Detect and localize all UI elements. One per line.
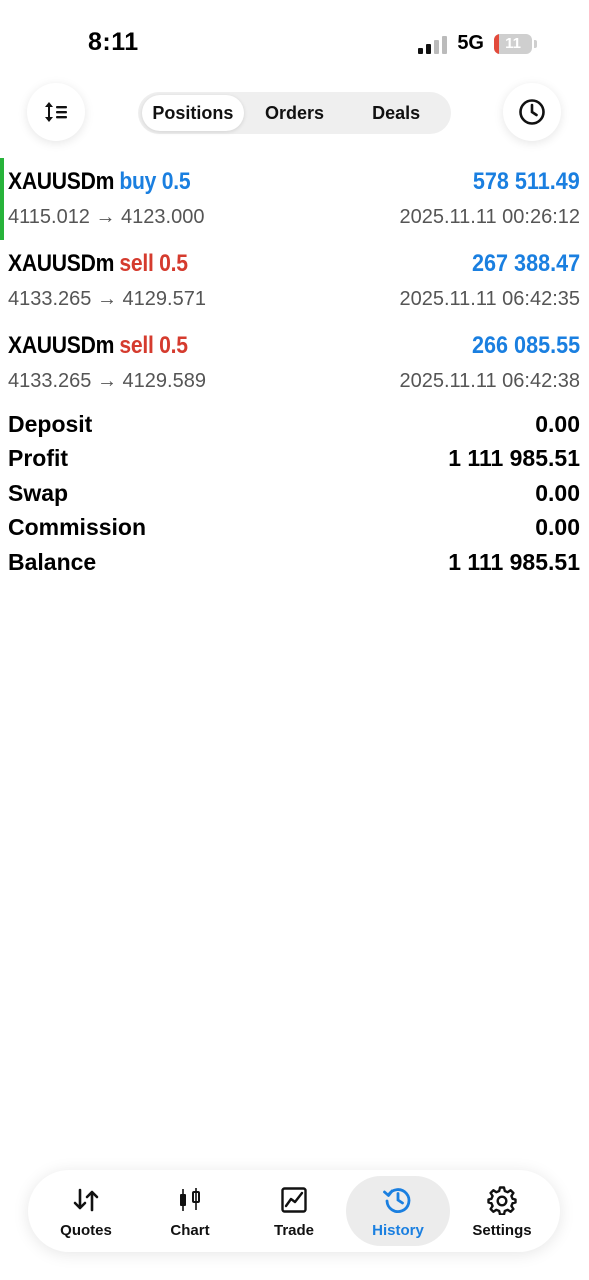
- selection-indicator: [0, 158, 4, 240]
- summary-value: 0.00: [535, 410, 580, 437]
- summary-value: 0.00: [535, 514, 580, 541]
- sort-button[interactable]: [27, 83, 85, 141]
- signal-icon: [418, 34, 448, 54]
- battery-level: 11: [505, 35, 521, 52]
- deal-time: 2025.11.11 06:42:35: [399, 288, 580, 310]
- history-icon: [382, 1184, 414, 1216]
- deal-time: 2025.11.11 00:26:12: [399, 206, 580, 228]
- summary-row-profit: Profit 1 111 985.51: [8, 442, 580, 477]
- battery-icon: 11: [494, 33, 532, 54]
- quotes-icon: [71, 1184, 101, 1216]
- tab-orders[interactable]: Orders: [244, 95, 346, 131]
- trade-icon: [280, 1184, 308, 1216]
- tab-label: History: [372, 1221, 424, 1239]
- summary-label: Balance: [8, 548, 97, 575]
- deal-profit: 578 511.49: [473, 168, 580, 195]
- tab-history[interactable]: History: [346, 1176, 450, 1246]
- summary-value: 1 111 985.51: [448, 548, 580, 575]
- chart-icon: [176, 1184, 204, 1216]
- summary-label: Deposit: [8, 410, 93, 437]
- status-icons: 5G 11: [418, 32, 537, 55]
- summary-row-commission: Commission 0.00: [8, 511, 580, 546]
- clock-button[interactable]: [503, 83, 561, 141]
- tab-label: Chart: [170, 1221, 210, 1239]
- summary-row-balance: Balance 1 111 985.51: [8, 545, 580, 580]
- deal-symbol: XAUUSDm sell 0.5: [8, 250, 188, 277]
- deal-time: 2025.11.11 06:42:38: [399, 370, 580, 392]
- tab-positions[interactable]: Positions: [142, 95, 244, 131]
- tab-quotes[interactable]: Quotes: [34, 1176, 138, 1246]
- status-time: 8:11: [88, 28, 139, 56]
- deal-side: buy 0.5: [119, 168, 191, 195]
- deal-prices: 4115.012 → 4123.000: [8, 206, 205, 228]
- deal-profit: 267 388.47: [471, 250, 580, 277]
- deal-row[interactable]: XAUUSDm sell 0.5 266 085.55 4133.265 → 4129…: [0, 322, 589, 404]
- deal-row[interactable]: XAUUSDm buy 0.5 578 511.49 4115.012 → 4123.…: [0, 158, 589, 240]
- sort-icon: [45, 102, 67, 122]
- bottom-tab-bar: Quotes Chart Trade History Settings: [28, 1170, 560, 1252]
- deal-symbol: XAUUSDm sell 0.5: [8, 332, 188, 359]
- deal-prices: 4133.265 → 4129.571: [8, 288, 206, 310]
- tab-settings[interactable]: Settings: [450, 1176, 554, 1246]
- summary-label: Commission: [8, 514, 147, 541]
- deal-prices: 4133.265 → 4129.589: [8, 370, 206, 392]
- summary-row-swap: Swap 0.00: [8, 476, 580, 511]
- summary-label: Profit: [8, 445, 69, 472]
- deal-side: sell 0.5: [119, 250, 188, 277]
- tab-label: Quotes: [60, 1221, 112, 1239]
- tab-label: Trade: [273, 1221, 315, 1239]
- summary: Deposit 0.00 Profit 1 111 985.51 Swap 0.00 Com…: [8, 407, 580, 580]
- clock-icon: [519, 99, 545, 125]
- deal-profit: 266 085.55: [471, 332, 580, 359]
- summary-row-deposit: Deposit 0.00: [8, 407, 580, 442]
- network-type: 5G: [457, 32, 484, 54]
- summary-value: 1 111 985.51: [448, 445, 580, 472]
- view-segmented-control: Positions Orders Deals: [138, 92, 451, 134]
- summary-label: Swap: [8, 479, 69, 506]
- tab-label: Settings: [472, 1221, 532, 1239]
- summary-value: 0.00: [535, 479, 580, 506]
- tab-deals[interactable]: Deals: [345, 95, 447, 131]
- deal-symbol: XAUUSDm buy 0.5: [8, 168, 191, 195]
- deal-row[interactable]: XAUUSDm sell 0.5 267 388.47 4133.265 → 4129…: [0, 240, 589, 322]
- deal-side: sell 0.5: [119, 332, 188, 359]
- settings-icon: [487, 1184, 517, 1216]
- tab-chart[interactable]: Chart: [138, 1176, 242, 1246]
- tab-trade[interactable]: Trade: [242, 1176, 346, 1246]
